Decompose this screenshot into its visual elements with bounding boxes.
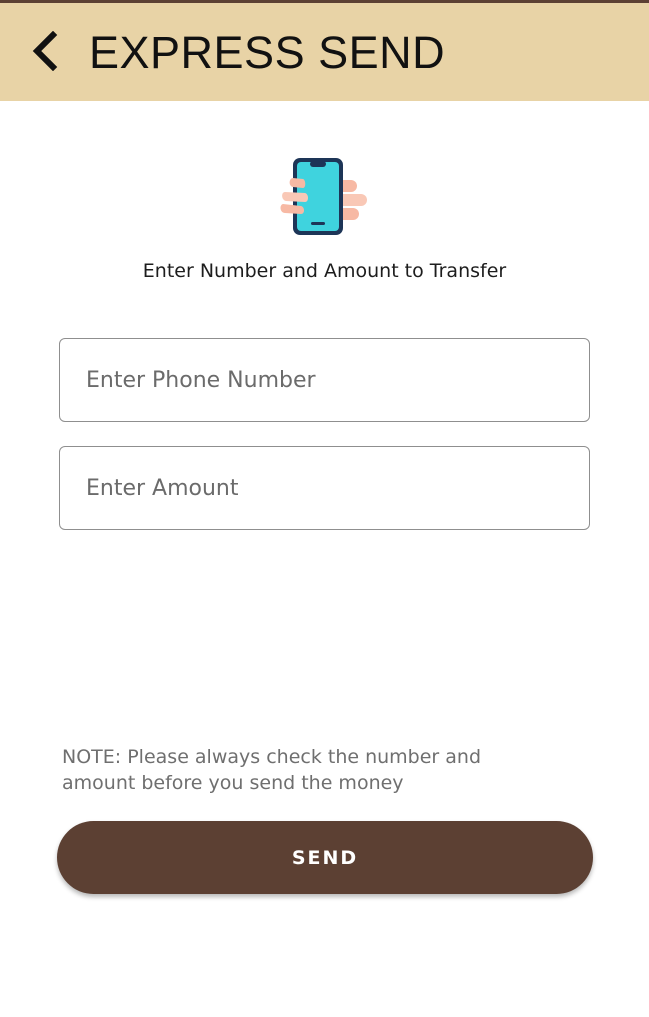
send-button[interactable]: SEND (57, 821, 593, 894)
express-send-screen: EXPRESS SEND Enter Number and Amount to … (0, 0, 649, 1017)
app-bar: EXPRESS SEND (0, 3, 649, 101)
note-text: NOTE: Please always check the number and… (62, 744, 582, 796)
note-line-1: NOTE: Please always check the number and (62, 746, 482, 768)
amount-input[interactable] (60, 447, 589, 529)
note-line-2: amount before you send the money (62, 772, 404, 794)
amount-field[interactable] (59, 446, 590, 530)
phone-number-field[interactable] (59, 338, 590, 422)
page-title: EXPRESS SEND (89, 27, 446, 78)
instruction-text: Enter Number and Amount to Transfer (142, 260, 507, 282)
back-button[interactable] (22, 29, 66, 73)
phone-number-input[interactable] (60, 339, 589, 421)
chevron-left-icon (32, 31, 58, 71)
hand-holding-phone-icon (279, 156, 369, 238)
